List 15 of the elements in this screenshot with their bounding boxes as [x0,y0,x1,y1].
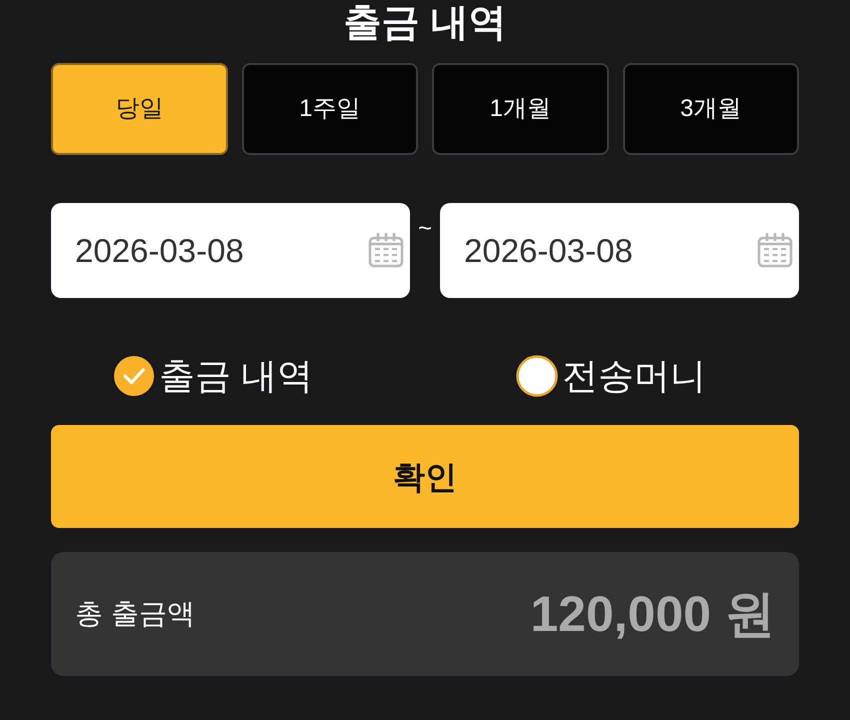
summary-label: 총 출금액 [75,597,195,631]
period-tab[interactable]: 1주일 [242,63,418,155]
date-field[interactable]: 2026-03-08 [51,203,410,298]
range-separator: ~ [416,217,433,241]
date-field[interactable]: 2026-03-08 [440,203,799,298]
checked-circle-icon[interactable] [113,355,155,397]
page-title: 출금 내역 [344,1,506,46]
option-label[interactable]: 전송머니 [562,358,706,394]
empty-circle-icon[interactable] [516,355,558,397]
option-label[interactable]: 출금 내역 [159,358,314,394]
summary-amount: 120,000 원 [530,584,775,644]
period-tab[interactable]: 당일 [51,63,228,155]
period-tab[interactable]: 3개월 [622,63,799,155]
period-tab[interactable]: 1개월 [432,63,608,155]
confirm-button[interactable]: 확인 [51,425,799,528]
